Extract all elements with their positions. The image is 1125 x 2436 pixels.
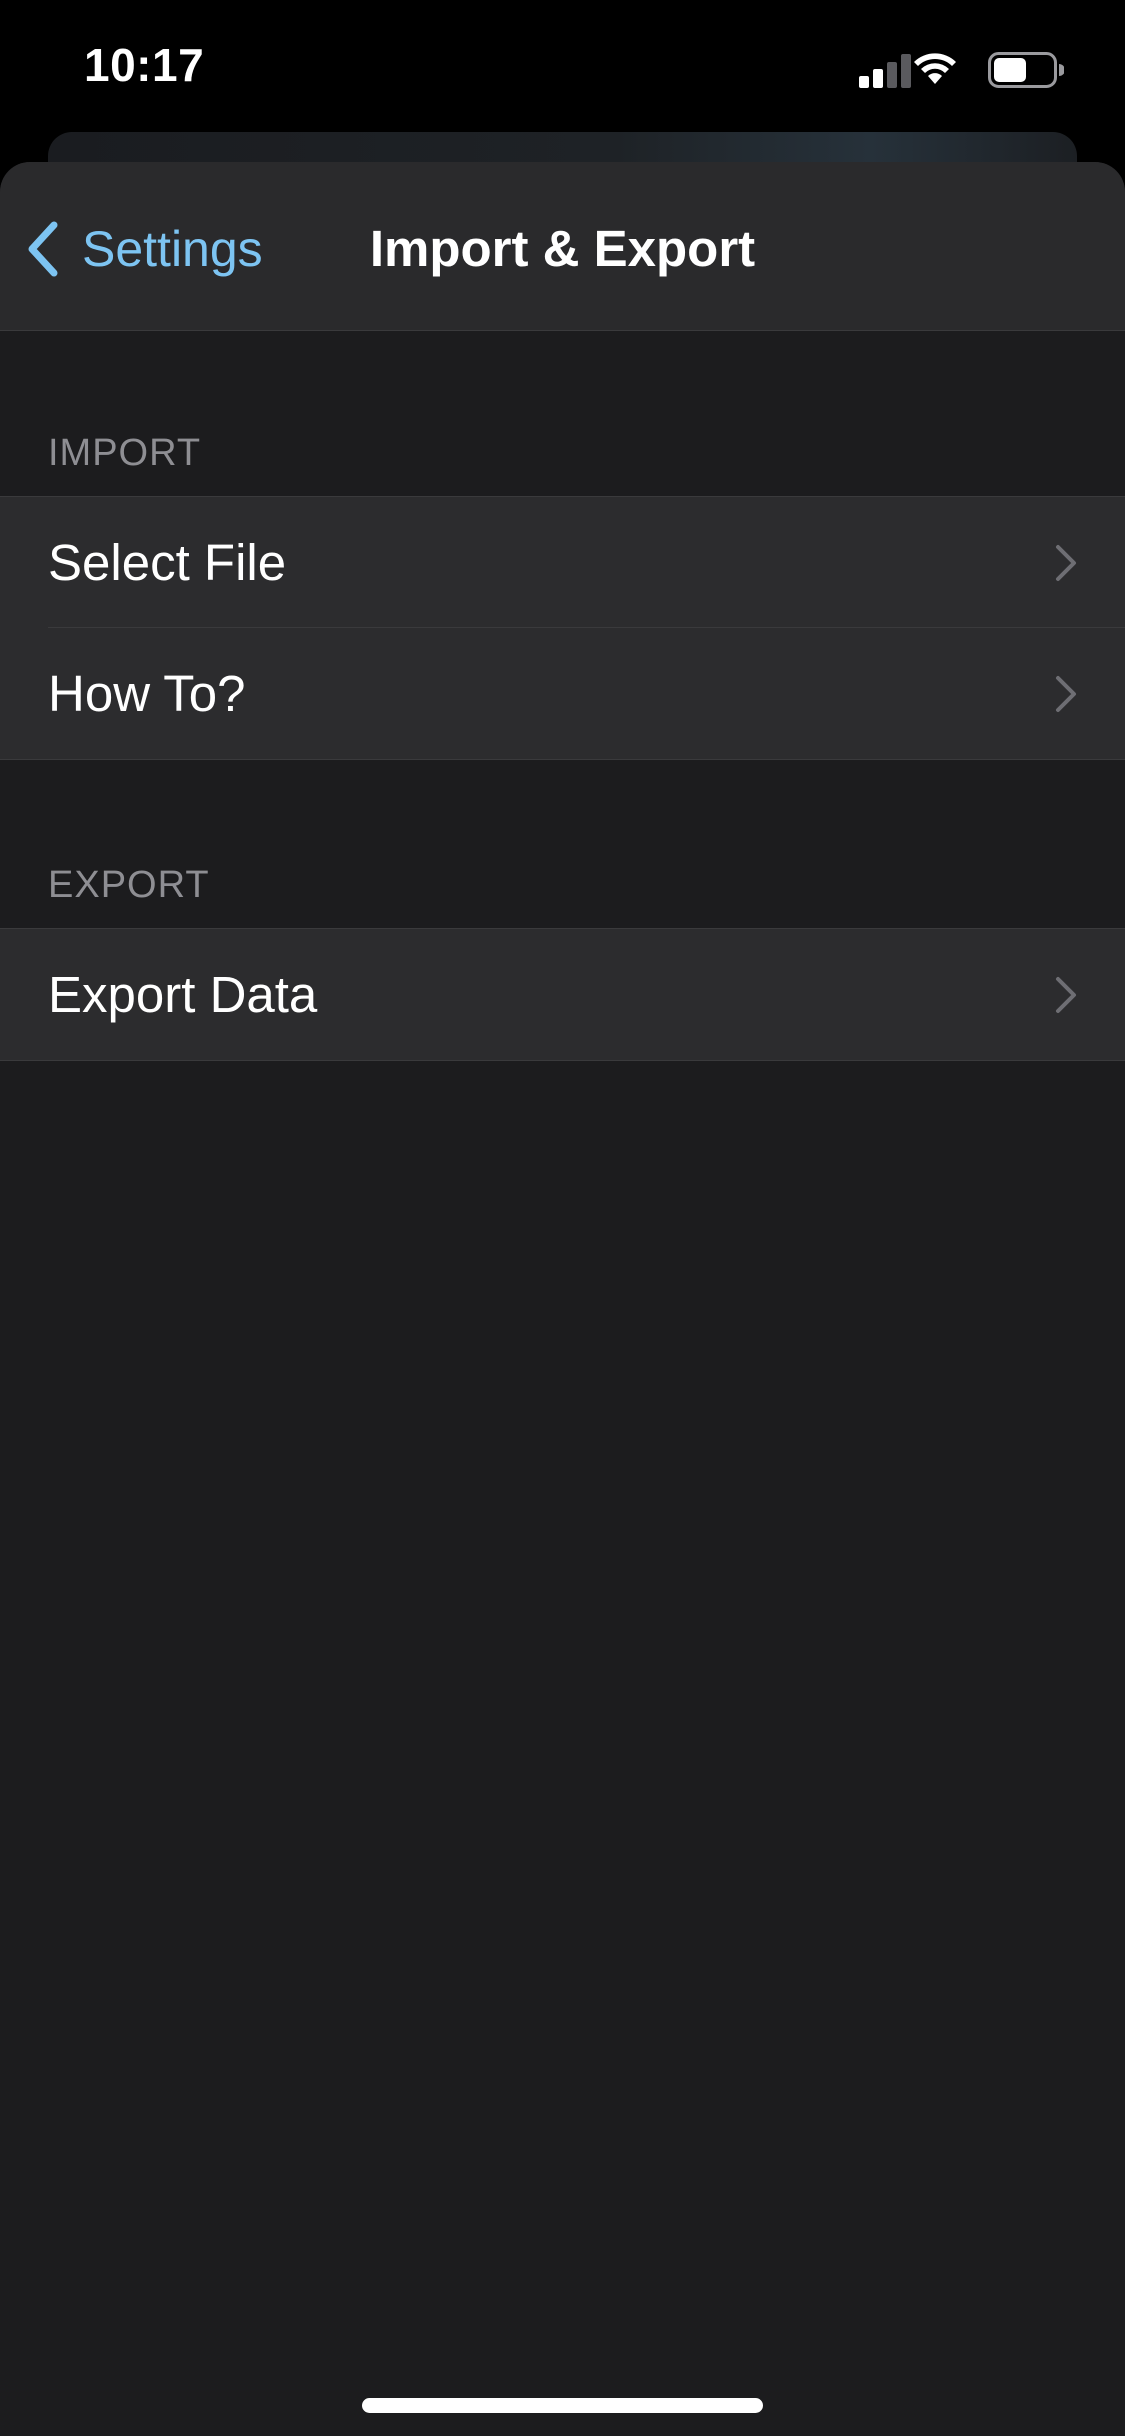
wifi-icon xyxy=(914,53,956,84)
chevron-right-icon xyxy=(1056,977,1076,1013)
section-header-import: IMPORT xyxy=(48,432,202,474)
export-data-row[interactable]: Export Data xyxy=(0,929,1125,1060)
select-file-row[interactable]: Select File xyxy=(0,497,1125,628)
import-group: Select File How To? xyxy=(0,496,1125,760)
chevron-right-icon xyxy=(1056,676,1076,712)
modal-sheet: Settings Import & Export IMPORT Select F… xyxy=(0,162,1125,2436)
page-title: Import & Export xyxy=(369,220,756,277)
row-label: Select File xyxy=(48,534,287,591)
battery-icon xyxy=(988,52,1064,88)
signal-icon xyxy=(859,54,911,88)
chevron-right-icon xyxy=(1056,545,1076,581)
section-header-export: EXPORT xyxy=(48,864,210,906)
screen: 10:17 Settings Import & Export IMPORT Se… xyxy=(0,0,1125,2436)
row-label: Export Data xyxy=(48,966,318,1023)
export-group: Export Data xyxy=(0,928,1125,1061)
home-indicator[interactable] xyxy=(362,2398,763,2413)
status-bar: 10:17 xyxy=(0,0,1125,132)
status-time: 10:17 xyxy=(84,39,205,91)
row-label: How To? xyxy=(48,665,246,722)
navigation-bar: Settings Import & Export xyxy=(0,162,1125,331)
how-to-row[interactable]: How To? xyxy=(0,627,1125,759)
